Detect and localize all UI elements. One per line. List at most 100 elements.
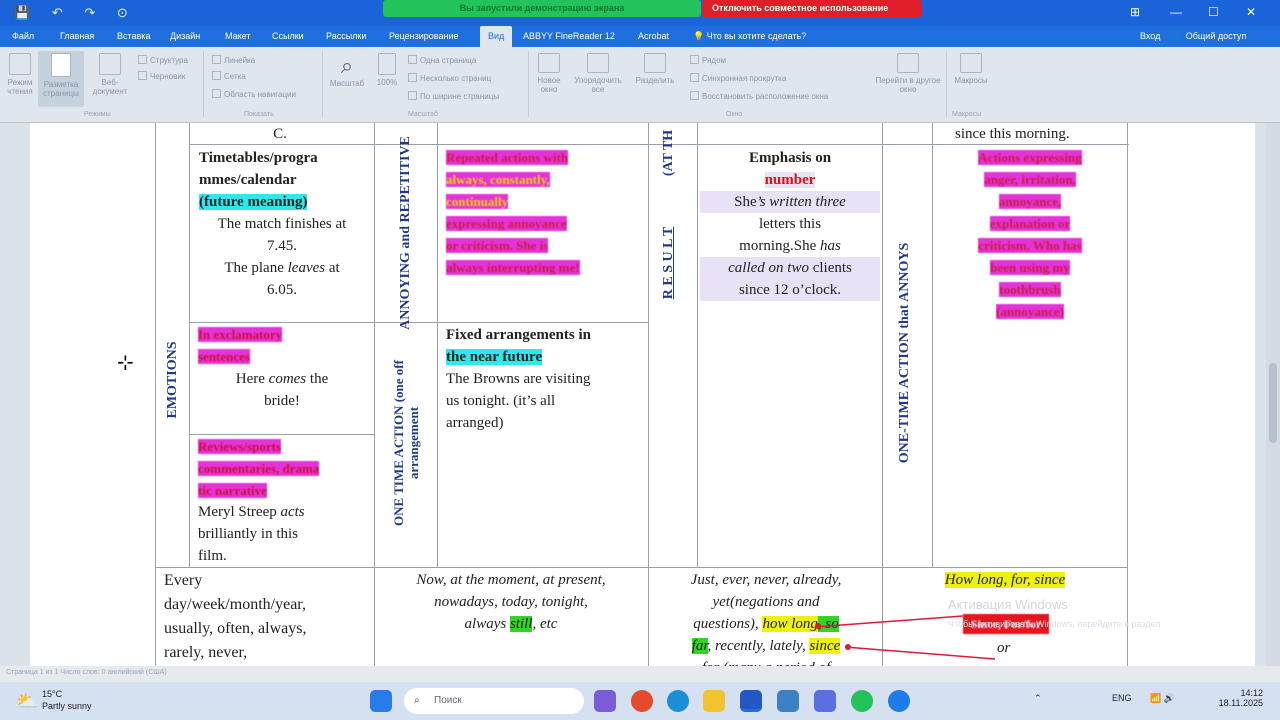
navigation-pane-checkbox[interactable]: Область навигации xyxy=(212,89,296,99)
side-by-side-button[interactable]: Рядом xyxy=(690,55,726,65)
windows-activation-title: Активация Windows xyxy=(948,597,1068,612)
weather-sun-icon: ⛅ xyxy=(16,691,39,711)
vertical-scrollbar[interactable] xyxy=(1266,123,1280,666)
tab-insert[interactable]: Вставка xyxy=(117,31,150,41)
table-rule xyxy=(437,123,438,567)
written-three: ’s written three xyxy=(756,194,846,210)
sync-scroll-button[interactable]: Синхронная прокрутка xyxy=(690,73,786,83)
save-icon[interactable]: 💾 xyxy=(14,5,30,20)
zoom-app-icon[interactable] xyxy=(888,690,910,712)
taskbar-search[interactable]: ⌕ Поиск xyxy=(404,688,584,714)
chrome-icon[interactable] xyxy=(631,690,653,712)
outline-checkbox[interactable]: Структура xyxy=(138,55,188,65)
search-placeholder: Поиск xyxy=(434,695,462,706)
draft-checkbox[interactable]: Черновик xyxy=(138,71,185,81)
called-text: called on two xyxy=(728,260,809,276)
ribbon-display-icon[interactable]: ⊞ xyxy=(1130,5,1140,19)
tab-acrobat[interactable]: Acrobat xyxy=(638,31,669,41)
far-highlight: far xyxy=(691,638,708,654)
browns-line2: us tonight. (it’s all xyxy=(446,393,556,409)
cell-c: C. xyxy=(273,126,287,142)
minimize-button[interactable]: — xyxy=(1170,5,1182,19)
tab-references[interactable]: Ссылки xyxy=(272,31,304,41)
ruler-checkbox[interactable]: Линейка xyxy=(212,55,255,65)
word-icon[interactable] xyxy=(740,690,762,712)
match-line1: The match finishes at xyxy=(217,216,347,232)
actions-line5: criticism. Who has xyxy=(978,238,1082,253)
fixed-line2: the near future xyxy=(446,349,543,365)
one-time-annoys-label: ONE-TIME ACTION that ANNOYS xyxy=(897,242,912,464)
undo-icon[interactable]: ↶ xyxy=(52,5,63,20)
exclamatory-line1: In exclamatory xyxy=(198,327,283,342)
just-line2: yet(negations and xyxy=(712,594,820,610)
macros-label: Макросы xyxy=(954,76,988,85)
zoom-100-button[interactable]: 100% xyxy=(372,53,402,87)
web-layout-button[interactable]: Веб-документ xyxy=(88,53,132,96)
clock[interactable]: 14:12 18.11.2025 xyxy=(1213,688,1263,708)
repeated-line1: Repeated actions with xyxy=(446,150,569,165)
how-long-highlight: how long xyxy=(762,616,818,632)
page-width-button[interactable]: По ширине страницы xyxy=(408,91,499,101)
acts-text: acts xyxy=(280,504,305,520)
calculator-icon[interactable] xyxy=(777,690,799,712)
tell-me-search[interactable]: 💡 Что вы хотите сделать? xyxy=(693,31,806,42)
read-mode-button[interactable]: Режим чтения xyxy=(4,53,36,96)
edge-icon[interactable] xyxy=(667,690,689,712)
the-text: the xyxy=(306,371,329,387)
customize-icon[interactable]: ⊙ xyxy=(117,5,128,20)
multiple-pages-button[interactable]: Несколько страниц xyxy=(408,73,491,83)
zoom-button[interactable]: ⌕ Масштаб xyxy=(326,53,368,88)
stop-sharing-button[interactable]: Отключить совместное использование xyxy=(702,0,922,17)
table-rule xyxy=(648,123,649,666)
scrollbar-thumb[interactable] xyxy=(1269,363,1277,443)
sign-in-link[interactable]: Вход xyxy=(1140,31,1160,41)
share-button[interactable]: 👤 Общий доступ xyxy=(1172,31,1246,42)
here-comes-cell: Here comes the bride! xyxy=(193,368,371,412)
tab-review[interactable]: Рецензирование xyxy=(389,31,459,41)
every-line1: Every xyxy=(164,572,203,589)
print-layout-label: Разметка страницы xyxy=(43,80,79,98)
tab-mailings[interactable]: Рассылки xyxy=(326,31,366,41)
redo-icon[interactable]: ↷ xyxy=(84,5,95,20)
zoom-100-label: 100% xyxy=(376,78,398,87)
tab-view[interactable]: Вид xyxy=(480,26,513,47)
table-rule xyxy=(189,123,190,567)
tab-design[interactable]: Дизайн xyxy=(170,31,200,41)
gridlines-checkbox[interactable]: Сетка xyxy=(212,71,246,81)
browns-line1: The Browns are visiting xyxy=(446,371,591,387)
web-layout-label: Веб-документ xyxy=(92,78,128,96)
split-button[interactable]: Разделить xyxy=(630,53,680,85)
tab-home[interactable]: Главная xyxy=(60,31,94,41)
whatsapp-icon[interactable] xyxy=(851,690,873,712)
table-rule xyxy=(882,123,883,666)
file-explorer-icon[interactable] xyxy=(703,690,725,712)
teams-icon[interactable] xyxy=(814,690,836,712)
windows-start-icon[interactable] xyxy=(370,690,392,712)
tab-file[interactable]: Файл xyxy=(12,31,34,41)
reset-window-button[interactable]: Восстановить расположение окна xyxy=(690,91,828,101)
new-window-button[interactable]: Новое окно xyxy=(532,53,566,94)
copilot-icon[interactable] xyxy=(594,690,616,712)
separator xyxy=(322,51,323,117)
document-area[interactable]: ⊹ C. since this morning. Timetables/prog… xyxy=(0,123,1280,666)
tab-abbyy[interactable]: ABBYY FineReader 12 xyxy=(523,31,615,41)
switch-windows-button[interactable]: Перейти в другое окно xyxy=(872,53,944,94)
maximize-button[interactable]: ☐ xyxy=(1208,5,1219,19)
arrange-all-button[interactable]: Упорядочить все xyxy=(568,53,628,94)
plane-text: The plane xyxy=(224,260,288,276)
since-highlight: since xyxy=(809,638,841,654)
macros-button[interactable]: Макросы xyxy=(948,53,994,85)
emphasis-line: Emphasis on xyxy=(748,150,832,166)
tab-layout[interactable]: Макет xyxy=(225,31,250,41)
language-indicator[interactable]: ENG xyxy=(1112,693,1132,703)
one-page-button[interactable]: Одна страница xyxy=(408,55,476,65)
separator xyxy=(528,51,529,117)
tray-overflow-icon[interactable]: ⌃ xyxy=(1034,693,1042,704)
just-line1: Just, ever, never, already, xyxy=(690,572,842,588)
print-layout-button[interactable]: Разметка страницы xyxy=(38,51,84,107)
network-volume-icons[interactable]: 📶 🔊 xyxy=(1150,693,1175,704)
repeated-line4: expressing annoyance xyxy=(446,216,567,231)
close-button[interactable]: ✕ xyxy=(1246,5,1256,19)
split-label: Разделить xyxy=(635,76,675,85)
or-text: or xyxy=(997,640,1011,656)
